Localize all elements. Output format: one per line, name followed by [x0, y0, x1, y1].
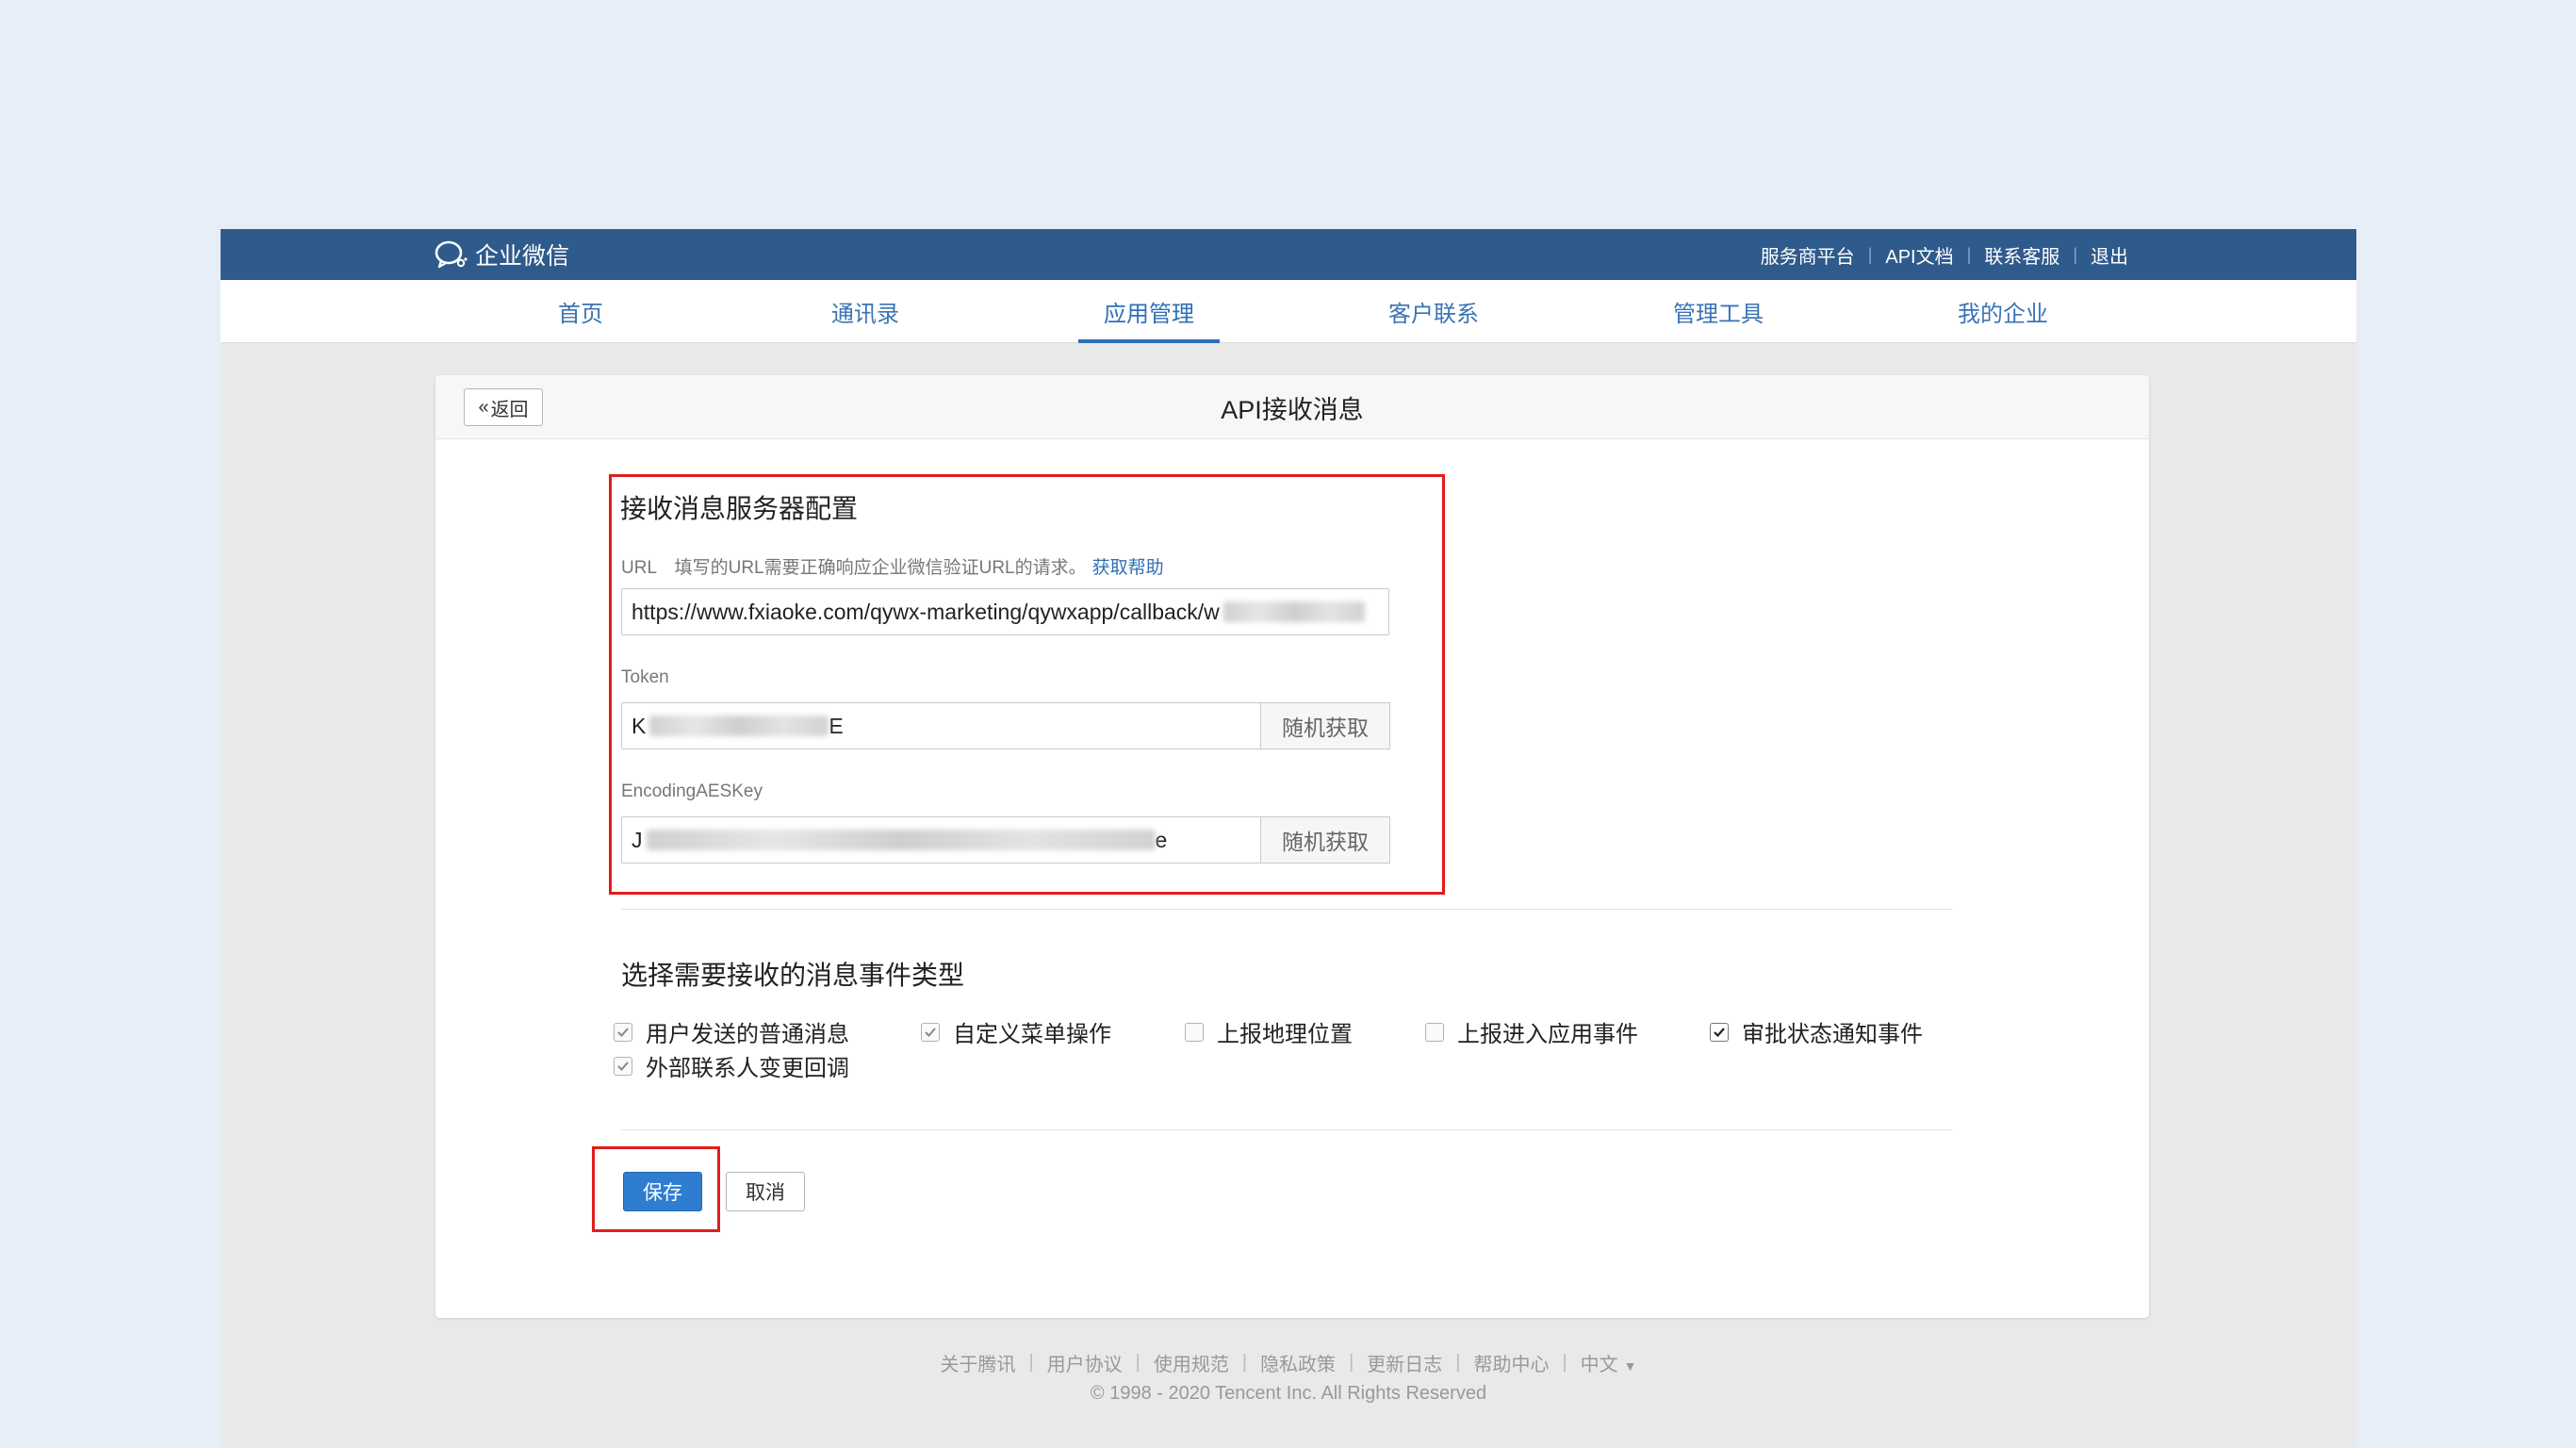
footer-privacy-link[interactable]: 隐私政策	[1260, 1349, 1336, 1376]
event-label: 自定义菜单操作	[953, 1022, 1111, 1047]
token-random-button[interactable]: 随机获取	[1260, 702, 1390, 749]
main-nav: 首页 通讯录 应用管理 客户联系 管理工具 我的企业	[221, 280, 2356, 343]
url-hint: 填写的URL需要正确响应企业微信验证URL的请求。	[674, 558, 1087, 578]
api-docs-link[interactable]: API文档	[1885, 241, 1953, 269]
back-button[interactable]: « 返回	[464, 388, 543, 426]
separator: |	[1028, 1352, 1034, 1373]
save-button[interactable]: 保存	[623, 1172, 702, 1211]
separator: |	[1241, 1352, 1248, 1373]
divider	[621, 909, 1952, 910]
token-input[interactable]: K E	[621, 702, 1261, 749]
api-receive-card: API接收消息 « 返回 接收消息服务器配置 URL 填写的URL需要正确响应企…	[435, 375, 2149, 1318]
footer-terms-link[interactable]: 用户协议	[1047, 1349, 1123, 1376]
copyright: © 1998 - 2020 Tencent Inc. All Rights Re…	[1090, 1383, 1487, 1404]
event-report-location[interactable]: 上报地理位置	[1185, 1015, 1353, 1048]
event-label: 外部联系人变更回调	[646, 1056, 849, 1081]
aes-key-input[interactable]: J e	[621, 816, 1261, 864]
footer-changelog-link[interactable]: 更新日志	[1367, 1349, 1442, 1376]
get-help-link[interactable]: 获取帮助	[1092, 558, 1164, 578]
checkbox-unchecked-icon	[1185, 1022, 1204, 1042]
back-label: 返回	[490, 399, 529, 420]
wework-logo-icon	[434, 239, 469, 270]
page-title: API接收消息	[1221, 395, 1364, 424]
event-label: 用户发送的普通消息	[646, 1022, 849, 1047]
event-user-message[interactable]: 用户发送的普通消息	[614, 1015, 849, 1048]
event-approval-status[interactable]: 审批状态通知事件	[1710, 1015, 1923, 1048]
url-value: https://www.fxiaoke.com/qywx-marketing/q…	[632, 599, 1220, 624]
service-provider-link[interactable]: 服务商平台	[1761, 241, 1855, 269]
separator: |	[1455, 1352, 1461, 1373]
aes-key-label: EncodingAESKey	[621, 782, 763, 801]
divider	[621, 1129, 1952, 1130]
aes-random-button[interactable]: 随机获取	[1260, 816, 1390, 864]
token-label: Token	[621, 667, 669, 687]
separator: |	[1966, 244, 1972, 264]
event-label: 审批状态通知事件	[1742, 1022, 1923, 1047]
footer-rules-link[interactable]: 使用规范	[1154, 1349, 1229, 1376]
separator: |	[1349, 1352, 1354, 1373]
separator: |	[1135, 1352, 1140, 1373]
nav-contacts[interactable]: 通讯录	[795, 280, 936, 343]
nav-management-tools[interactable]: 管理工具	[1648, 280, 1789, 343]
card-header: API接收消息 « 返回	[435, 375, 2149, 439]
server-config-title: 接收消息服务器配置	[620, 494, 859, 523]
language-label: 中文	[1580, 1355, 1618, 1375]
redacted-blur	[646, 830, 1156, 850]
nav-home[interactable]: 首页	[510, 280, 651, 343]
event-enter-app[interactable]: 上报进入应用事件	[1425, 1015, 1638, 1048]
app-window: 企业微信 服务商平台 | API文档 | 联系客服 | 退出 首页 通讯录 应用…	[221, 229, 2356, 1448]
separator: |	[1562, 1352, 1567, 1373]
event-external-contact[interactable]: 外部联系人变更回调	[614, 1049, 849, 1082]
footer-links: 关于腾讯 | 用户协议 | 使用规范 | 隐私政策 | 更新日志 | 帮助中心 …	[221, 1349, 2356, 1376]
event-custom-menu[interactable]: 自定义菜单操作	[921, 1015, 1111, 1048]
footer-about-link[interactable]: 关于腾讯	[940, 1349, 1015, 1376]
brand-name: 企业微信	[475, 243, 570, 270]
redacted-blur	[1222, 601, 1365, 622]
checkbox-checked-icon	[921, 1022, 940, 1042]
token-value-start: K	[632, 713, 647, 738]
checkbox-checked-icon	[614, 1056, 632, 1076]
caret-down-icon: ▼	[1623, 1358, 1637, 1374]
redacted-blur	[649, 716, 829, 736]
double-chevron-left-icon: «	[478, 396, 489, 418]
footer-help-link[interactable]: 帮助中心	[1473, 1349, 1549, 1376]
nav-my-enterprise[interactable]: 我的企业	[1932, 280, 2074, 343]
separator: |	[1867, 244, 1873, 264]
url-label: URL 填写的URL需要正确响应企业微信验证URL的请求。 获取帮助	[621, 553, 1164, 579]
token-value-end: E	[829, 713, 844, 738]
url-label-text: URL	[621, 558, 657, 578]
top-links: 服务商平台 | API文档 | 联系客服 | 退出	[1761, 229, 2128, 280]
aes-value-start: J	[632, 827, 643, 852]
top-bar: 企业微信 服务商平台 | API文档 | 联系客服 | 退出	[221, 229, 2356, 280]
checkbox-unchecked-icon	[1425, 1022, 1444, 1042]
contact-support-link[interactable]: 联系客服	[1984, 241, 2059, 269]
nav-customer-contact[interactable]: 客户联系	[1363, 280, 1504, 343]
events-title: 选择需要接收的消息事件类型	[621, 961, 965, 990]
brand-logo[interactable]: 企业微信	[434, 239, 569, 271]
aes-value-end: e	[1155, 827, 1168, 852]
event-label: 上报地理位置	[1217, 1022, 1353, 1047]
nav-app-management[interactable]: 应用管理	[1078, 280, 1220, 343]
logout-link[interactable]: 退出	[2091, 241, 2128, 269]
cancel-button[interactable]: 取消	[726, 1172, 805, 1211]
language-select[interactable]: 中文 ▼	[1581, 1349, 1637, 1376]
checkbox-checked-icon	[1710, 1022, 1729, 1042]
checkbox-checked-icon	[614, 1022, 632, 1042]
separator: |	[2073, 244, 2077, 264]
event-label: 上报进入应用事件	[1457, 1022, 1638, 1047]
url-input[interactable]: https://www.fxiaoke.com/qywx-marketing/q…	[621, 588, 1389, 635]
